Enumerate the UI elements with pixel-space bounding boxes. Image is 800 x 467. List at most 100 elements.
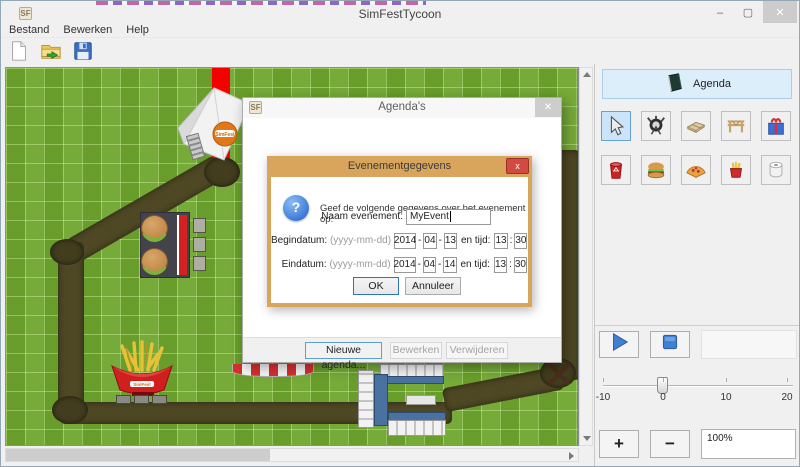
stop-icon xyxy=(660,332,680,357)
menu-bestand[interactable]: Bestand xyxy=(9,24,49,36)
minimize-button[interactable]: – xyxy=(707,1,733,23)
map-burger-item[interactable] xyxy=(141,215,168,242)
app-window: SF SimFestTycoon – ▢ ✕ Bestand Bewerken … xyxy=(0,0,800,467)
begin-day-field[interactable]: 13 xyxy=(444,233,457,249)
map-path-node xyxy=(52,396,88,424)
scroll-right-icon[interactable] xyxy=(569,452,574,460)
time-label: en tijd: xyxy=(461,235,490,246)
play-button[interactable] xyxy=(599,331,639,358)
map-benches-row[interactable] xyxy=(116,395,167,404)
play-icon xyxy=(608,331,630,358)
tool-select-cursor[interactable] xyxy=(601,111,631,141)
edit-agenda-button[interactable]: Bewerken xyxy=(390,342,442,359)
open-folder-icon xyxy=(40,40,62,67)
menu-bewerken[interactable]: Bewerken xyxy=(63,24,112,36)
save-button[interactable] xyxy=(71,41,95,65)
end-hour-field[interactable]: 13 xyxy=(494,257,507,273)
event-dialog-title: Evenementgegevens xyxy=(271,160,528,172)
tick-mark xyxy=(726,378,727,382)
ok-button[interactable]: OK xyxy=(353,277,399,295)
tool-spotlight[interactable] xyxy=(641,111,671,141)
speed-slider-track[interactable] xyxy=(603,385,793,387)
scroll-up-icon[interactable] xyxy=(583,72,591,77)
time-label: en tijd: xyxy=(461,259,490,270)
map-path-node xyxy=(50,239,84,265)
window-titlebar[interactable]: SF SimFestTycoon – ▢ ✕ xyxy=(1,6,799,24)
end-month-field[interactable]: 04 xyxy=(423,257,436,273)
begin-year-field[interactable]: 2014 xyxy=(394,233,416,249)
event-name-field[interactable]: MyEvent xyxy=(406,209,491,225)
window-title: SimFestTycoon xyxy=(1,7,799,21)
agenda-dialog-titlebar[interactable]: SF Agenda's ✕ xyxy=(243,98,561,118)
menu-bar: Bestand Bewerken Help xyxy=(1,23,799,38)
scroll-down-icon[interactable] xyxy=(583,436,591,441)
bench xyxy=(193,256,206,271)
end-minute-field[interactable]: 30 xyxy=(514,257,527,273)
toolbar xyxy=(3,40,95,66)
begin-hour-field[interactable]: 13 xyxy=(494,233,507,249)
event-dialog-titlebar[interactable]: Evenementgegevens x xyxy=(271,160,528,177)
date-separator: - xyxy=(439,235,442,246)
zoom-level-field[interactable]: 100% xyxy=(701,429,796,459)
text-caret xyxy=(450,211,451,222)
zoom-out-button[interactable]: − xyxy=(650,430,690,458)
new-agenda-button[interactable]: Nieuwe agenda... xyxy=(305,342,382,359)
maximize-button[interactable]: ▢ xyxy=(735,1,761,23)
slider-tick-label: 0 xyxy=(660,392,666,403)
begin-date-label: Begindatum: (yyyy-mm-dd) xyxy=(271,235,391,246)
time-separator: : xyxy=(509,259,512,270)
tool-stage[interactable] xyxy=(721,111,751,141)
time-separator: : xyxy=(510,235,513,246)
agenda-button[interactable]: Agenda xyxy=(602,69,792,99)
date-separator: - xyxy=(418,235,421,246)
slider-tick-label: -10 xyxy=(596,392,610,403)
new-file-icon xyxy=(8,40,30,67)
slider-tick-label: 10 xyxy=(720,392,731,403)
tool-toilet-roll[interactable] xyxy=(761,155,791,185)
scrollbar-thumb[interactable] xyxy=(6,449,270,461)
event-dialog: Evenementgegevens x ? Geef de volgende g… xyxy=(267,156,532,307)
save-icon xyxy=(72,40,94,67)
menu-help[interactable]: Help xyxy=(126,24,149,36)
new-file-button[interactable] xyxy=(7,41,31,65)
tool-burger-stand[interactable] xyxy=(641,155,671,185)
map-circus-tent[interactable] xyxy=(232,364,314,377)
tool-pallet[interactable] xyxy=(681,111,711,141)
agenda-dialog-close-button[interactable]: ✕ xyxy=(535,98,561,117)
date-separator: - xyxy=(418,259,421,270)
sidebar: Agenda -10 0 1 xyxy=(594,64,800,467)
map-burger-item[interactable] xyxy=(141,248,168,275)
map-grill-counter xyxy=(177,215,187,275)
stop-button[interactable] xyxy=(650,331,690,358)
open-file-button[interactable] xyxy=(39,41,63,65)
slider-tick-label: 20 xyxy=(781,392,792,403)
bench xyxy=(193,218,206,233)
toilet-roof xyxy=(374,374,388,426)
begin-month-field[interactable]: 04 xyxy=(423,233,436,249)
tool-gift[interactable] xyxy=(761,111,791,141)
screen-artifact xyxy=(96,1,426,5)
map-path-left xyxy=(58,242,84,414)
map-benches-column[interactable] xyxy=(193,218,206,275)
begin-minute-field[interactable]: 30 xyxy=(514,233,527,249)
tool-trash-bin[interactable] xyxy=(601,155,631,185)
tool-fries-stand[interactable] xyxy=(721,155,751,185)
close-button[interactable]: ✕ xyxy=(763,1,797,23)
event-dialog-body: ? Geef de volgende gegevens over het eve… xyxy=(271,177,528,303)
tool-pizza-stand[interactable] xyxy=(681,155,711,185)
vertical-scrollbar[interactable] xyxy=(579,67,593,446)
minus-icon: − xyxy=(665,439,675,449)
event-dialog-close-button[interactable]: x xyxy=(506,158,529,174)
delete-agenda-button[interactable]: Verwijderen xyxy=(446,342,508,359)
cancel-button[interactable]: Annuleer xyxy=(405,277,461,295)
agenda-dialog-footer: Nieuwe agenda... Bewerken Verwijderen xyxy=(243,337,561,362)
toilet-roof xyxy=(380,376,444,384)
map-x-marker xyxy=(546,361,572,392)
horizontal-scrollbar[interactable] xyxy=(5,448,579,462)
name-label: Naam evenement: xyxy=(271,211,403,222)
zoom-in-button[interactable]: + xyxy=(599,430,639,458)
end-day-field[interactable]: 14 xyxy=(443,257,456,273)
end-year-field[interactable]: 2014 xyxy=(394,257,416,273)
end-date-label: Eindatum: (yyyy-mm-dd) xyxy=(271,259,391,270)
svg-text:SimFest: SimFest xyxy=(215,132,235,138)
